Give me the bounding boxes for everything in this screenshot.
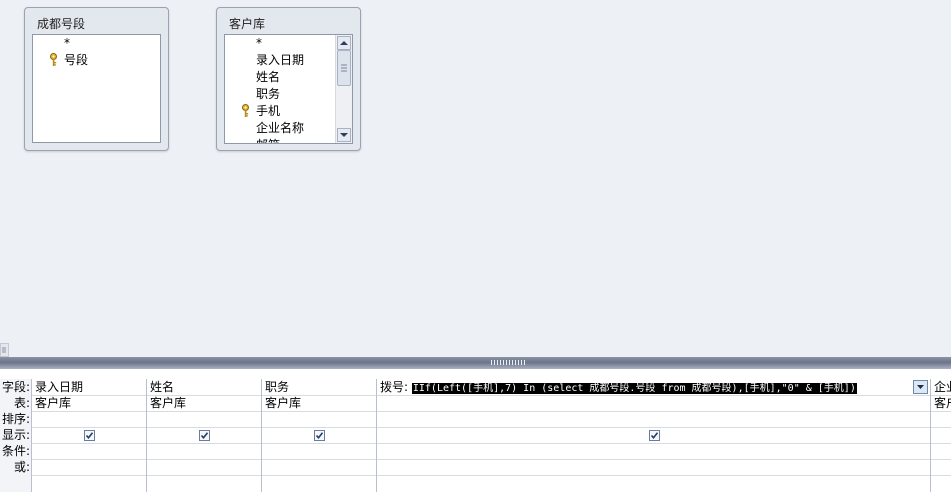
grid-divider [376,379,377,492]
row-label-table: 表: [0,395,31,411]
chevron-down-icon [917,385,924,389]
field-item[interactable]: 职务 [225,86,335,103]
scroll-thumb[interactable] [337,50,351,86]
pane-splitter[interactable] [0,357,951,369]
field-item[interactable]: * [225,35,335,52]
table-cell[interactable]: 客户库 [265,395,373,411]
expression-alias: 拨号: [380,380,409,394]
checkmark-icon [315,432,324,440]
row-label-field: 字段: [0,379,31,395]
grip-icon [341,64,347,72]
grip-icon [2,347,6,353]
splitter-grip-icon [491,360,525,365]
show-checkbox[interactable] [199,430,210,441]
row-label-show: 显示: [0,427,31,443]
table-cell[interactable]: 客户库 [35,395,143,411]
horizontal-scrollbar-stub[interactable] [0,343,9,357]
field-cell[interactable]: 企业 [934,379,951,395]
field-list[interactable]: * 号段 [32,34,161,143]
field-cell[interactable]: 职务 [265,379,373,395]
grid-divider [930,379,931,492]
field-item[interactable]: 企业名称 [225,120,335,137]
field-list[interactable]: * 录入日期 姓名 职务 手机 企业名称 邮箱 [224,34,353,144]
field-item[interactable]: 录入日期 [225,52,335,69]
field-item[interactable]: 手机 [225,103,335,120]
checkmark-icon [650,432,659,440]
vertical-scrollbar[interactable] [335,35,352,143]
design-grid: 字段: 表: 排序: 显示: 条件: 或: 录入日期 客户库 姓名 客户库 职务… [0,369,951,492]
field-item[interactable]: * [33,35,160,52]
expression-text[interactable]: IIf(Left([手机],7) In (select 成都号段.号段 from… [411,383,857,394]
field-item[interactable]: 邮箱 [225,137,335,143]
field-cell-expression[interactable]: 拨号: IIf(Left([手机],7) In (select 成都号段.号段 … [380,379,910,395]
chevron-up-icon [340,41,348,45]
grid-line [31,459,951,460]
table-cell[interactable]: 客户 [934,395,951,411]
grid-divider [146,379,147,492]
key-icon [50,53,57,66]
checkmark-icon [200,432,209,440]
row-label-sort: 排序: [0,411,31,427]
table-cell[interactable] [380,395,488,411]
key-icon [242,104,249,117]
field-cell[interactable]: 录入日期 [35,379,143,395]
field-dropdown-button[interactable] [913,380,928,394]
table-pane: 成都号段 * 号段 客户库 * 录入日期 姓名 职务 手机 企业名称 邮箱 [0,0,951,357]
table-cell[interactable]: 客户库 [150,395,258,411]
show-checkbox[interactable] [649,430,660,441]
field-item[interactable]: 姓名 [225,69,335,86]
table-box-customers[interactable]: 客户库 * 录入日期 姓名 职务 手机 企业名称 邮箱 [216,7,361,151]
chevron-down-icon [340,133,348,137]
row-label-or: 或: [0,459,31,475]
grid-line [31,443,951,444]
grid-line [31,475,951,476]
show-checkbox[interactable] [84,430,95,441]
scroll-up-button[interactable] [337,36,351,50]
table-title: 客户库 [229,17,266,31]
scroll-down-button[interactable] [337,128,351,142]
table-box-chengdu[interactable]: 成都号段 * 号段 [24,7,169,151]
grid-divider [261,379,262,492]
grid-divider [31,379,32,492]
row-label-criteria: 条件: [0,443,31,459]
table-title: 成都号段 [37,17,86,31]
show-checkbox[interactable] [314,430,325,441]
field-item[interactable]: 号段 [33,52,160,69]
checkmark-icon [85,432,94,440]
grid-line [31,427,951,428]
grid-line [31,411,951,412]
row-label-spacer [0,475,31,492]
field-cell[interactable]: 姓名 [150,379,258,395]
